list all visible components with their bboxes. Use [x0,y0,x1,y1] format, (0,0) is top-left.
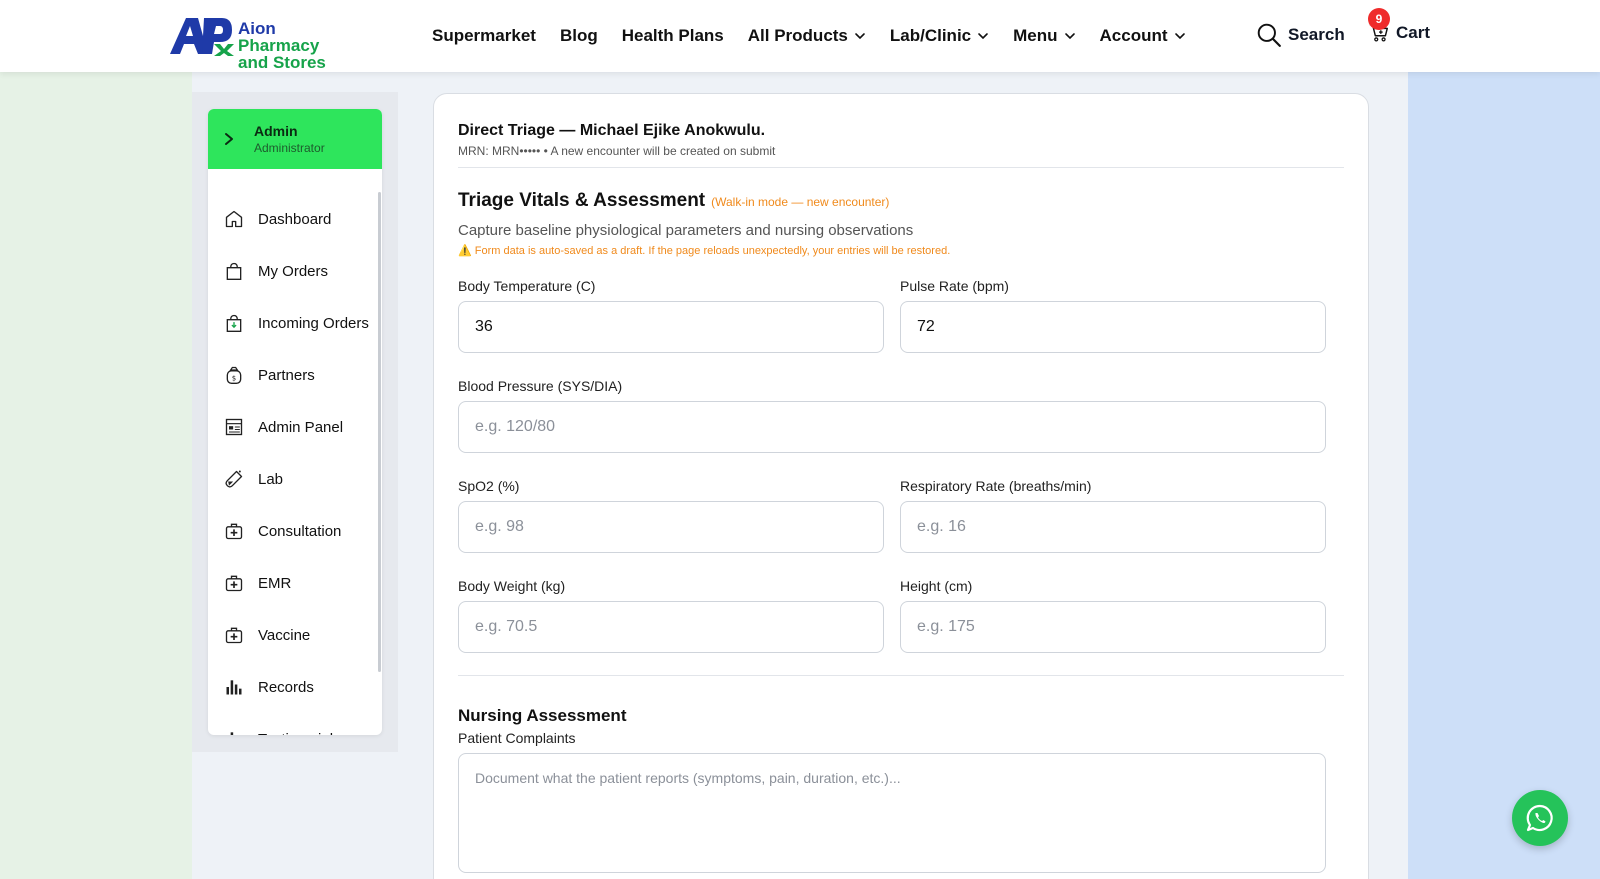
sidebar-item-lab[interactable]: Lab [208,453,382,505]
complaints-label: Patient Complaints [458,730,576,746]
home-icon [225,210,243,228]
chevron-down-icon [1174,33,1185,40]
sidebar-menu: Dashboard My Orders Incoming Orders $ Partne… [208,193,382,735]
sidebar-item-consultation[interactable]: Consultation [208,505,382,557]
whatsapp-chat-button[interactable] [1512,790,1568,846]
chevron-down-icon [1064,33,1075,40]
pulse-input[interactable] [900,301,1326,353]
cart-button[interactable]: 9 Cart [1368,8,1431,44]
bar-chart-icon [230,732,234,735]
nav-item-label: Lab/Clinic [889,26,972,45]
medical-kit-icon [225,627,243,644]
spo2-input[interactable] [458,501,884,553]
sidebar-item-label: Dashboard [258,210,332,228]
triage-subtitle: MRN: MRN••••• • A new encounter will be … [458,144,776,158]
user-role: Administrator [254,141,325,155]
nav-item-label: All Products [747,26,848,45]
whatsapp-icon [1526,804,1553,832]
triage-title: Direct Triage — Michael Ejike Anokwulu. [458,122,766,139]
resp-label: Respiratory Rate (breaths/min) [900,478,1092,494]
chevron-down-icon [978,33,988,40]
sidebar-item-label: Records [258,678,314,696]
sidebar-item-label: Lab [258,470,284,488]
temp-label: Body Temperature (C) [458,278,596,294]
search-label: Search [1288,25,1345,44]
incoming-bag-icon [226,314,242,332]
nav-item-all-products[interactable]: All Products [748,26,866,46]
nav-item-supermarket[interactable]: Supermarket [432,26,536,46]
search-button[interactable]: Search [1256,22,1345,48]
complaints-textarea[interactable] [458,753,1326,873]
sidebar-item-partners[interactable]: $ Partners [208,349,382,401]
height-label: Height (cm) [900,578,973,594]
divider [458,167,1344,168]
top-header: Aion Pharmacy and Stores Supermarket Blog… [0,0,1600,72]
shopping-bag-icon [226,262,242,280]
nav-item-menu[interactable]: Menu [1013,26,1075,46]
nav-item-blog[interactable]: Blog [560,26,598,46]
search-icon [1257,23,1281,47]
triage-card: Direct Triage — Michael Ejike Anokwulu. … [433,93,1369,879]
brand-name: Aion Pharmacy and Stores [238,19,326,72]
nav-item-label: Account [1099,26,1168,45]
sidebar-item-label: Testimonials [258,731,341,736]
section-title: Triage Vitals & Assessment (Walk-in mode … [458,190,890,211]
nav-item-label: Health Plans [621,26,724,45]
nav-item-health-plans[interactable]: Health Plans [622,26,724,46]
cart-label: Cart [1396,23,1431,42]
sidebar-item-vaccine[interactable]: Vaccine [208,609,382,661]
sidebar-item-label: Vaccine [258,626,311,644]
autosave-warning: ⚠️ Form data is auto-saved as a draft. I… [458,245,951,257]
resp-input[interactable] [900,501,1326,553]
sidebar-item-admin-panel[interactable]: Admin Panel [208,401,382,453]
cart-count-badge: 9 [1368,8,1390,30]
test-tube-icon [225,470,243,488]
sidebar: Admin Administrator Dashboard My Orders In… [208,109,382,735]
sidebar-user-header[interactable]: Admin Administrator [208,109,382,169]
bp-label: Blood Pressure (SYS/DIA) [458,378,623,394]
sidebar-item-label: My Orders [258,262,329,280]
divider [458,675,1344,676]
chevron-right-icon [225,133,233,145]
medical-kit-icon [225,523,243,540]
sidebar-item-label: Admin Panel [258,418,344,436]
sidebar-item-label: EMR [258,574,292,592]
brand-logo[interactable]: Aion Pharmacy and Stores [168,14,358,71]
nursing-assessment-title: Nursing Assessment [458,706,627,725]
pulse-label: Pulse Rate (bpm) [900,278,1009,294]
sidebar-item-label: Consultation [258,522,342,540]
user-name: Admin [254,123,298,139]
brand-logo-mark-icon [170,18,234,56]
temp-input[interactable] [458,301,884,353]
sidebar-scrollbar[interactable] [378,192,381,672]
nav-item-account[interactable]: Account [1100,26,1186,46]
mode-note: (Walk-in mode — new encounter) [711,195,890,209]
nav-item-label: Supermarket [432,26,536,45]
sidebar-item-label: Partners [258,366,315,384]
sidebar-item-records[interactable]: Records [208,661,382,713]
bar-chart-icon [226,680,242,695]
spo2-label: SpO2 (%) [458,478,520,494]
nav-item-label: Blog [559,26,598,45]
weight-label: Body Weight (kg) [458,578,566,594]
chevron-down-icon [855,33,865,40]
bp-input[interactable] [458,401,1326,453]
sidebar-item-testimonials[interactable]: Testimonials [208,713,382,735]
money-bag-icon: $ [226,366,242,384]
nav-item-lab-clinic[interactable]: Lab/Clinic [890,26,989,46]
sidebar-item-dashboard[interactable]: Dashboard [208,193,382,245]
nav-item-label: Menu [1013,26,1058,45]
svg-text:$: $ [232,374,236,382]
sidebar-item-label: Incoming Orders [258,314,369,332]
panel-icon [225,418,243,436]
sidebar-item-incoming-orders[interactable]: Incoming Orders [208,297,382,349]
height-input[interactable] [900,601,1326,653]
weight-input[interactable] [458,601,884,653]
medical-kit-icon [225,575,243,592]
sidebar-item-emr[interactable]: EMR [208,557,382,609]
section-description: Capture baseline physiological parameter… [458,222,914,239]
main-nav: Supermarket Blog Health Plans All Products L… [432,0,1210,72]
sidebar-item-my-orders[interactable]: My Orders [208,245,382,297]
warning-icon: ⚠️ [458,245,472,257]
